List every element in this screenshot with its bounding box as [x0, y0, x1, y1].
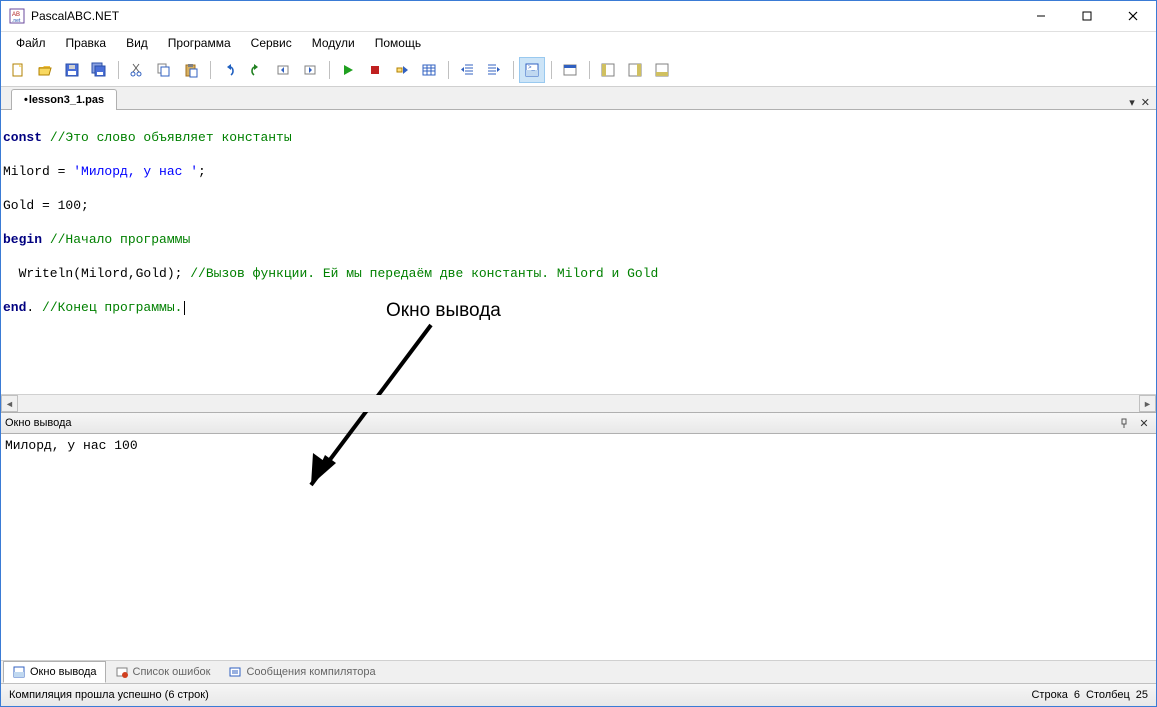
- output-panel[interactable]: Милорд, у нас 100: [1, 434, 1156, 660]
- outdent-button[interactable]: [454, 57, 480, 83]
- panel-1-button[interactable]: [595, 57, 621, 83]
- text-cursor: [184, 301, 185, 315]
- output-panel-header: Окно вывода ✕: [1, 412, 1156, 434]
- bottom-tabs: Окно вывода Список ошибок Сообщения комп…: [1, 660, 1156, 683]
- stop-button[interactable]: [362, 57, 388, 83]
- status-message: Компиляция прошла успешно (6 строк): [9, 689, 1031, 701]
- close-button[interactable]: [1110, 1, 1156, 31]
- tab-errors[interactable]: Список ошибок: [106, 661, 220, 683]
- menu-service[interactable]: Сервис: [242, 33, 301, 53]
- file-tab[interactable]: •lesson3_1.pas: [11, 89, 117, 110]
- toolbar-sep: [207, 58, 213, 82]
- menu-file[interactable]: Файл: [7, 33, 55, 53]
- titlebar: AB.net PascalABC.NET: [1, 1, 1156, 32]
- panel-3-button[interactable]: [649, 57, 675, 83]
- paste-button[interactable]: [178, 57, 204, 83]
- redo-button[interactable]: [243, 57, 269, 83]
- indent-button[interactable]: [481, 57, 507, 83]
- status-line-label: Строка: [1031, 689, 1067, 701]
- toolbar-sep: [548, 58, 554, 82]
- toolbar-sep: [326, 58, 332, 82]
- svg-text:.net: .net: [12, 18, 21, 24]
- statusbar: Компиляция прошла успешно (6 строк) Стро…: [1, 683, 1156, 706]
- copy-button[interactable]: [151, 57, 177, 83]
- editor-hscrollbar[interactable]: ◄ ►: [1, 394, 1156, 412]
- scroll-left-icon[interactable]: ◄: [1, 395, 18, 412]
- panel-2-button[interactable]: [622, 57, 648, 83]
- save-button[interactable]: [59, 57, 85, 83]
- new-file-button[interactable]: [5, 57, 31, 83]
- dirty-indicator: •: [24, 94, 28, 106]
- save-all-button[interactable]: [86, 57, 112, 83]
- scroll-right-icon[interactable]: ►: [1139, 395, 1156, 412]
- status-col-label: Столбец: [1086, 689, 1130, 701]
- window-title: PascalABC.NET: [31, 9, 1018, 23]
- maximize-button[interactable]: [1064, 1, 1110, 31]
- toggle-output-button[interactable]: >_: [519, 57, 545, 83]
- nav-back-button[interactable]: [270, 57, 296, 83]
- errors-tab-icon: [115, 665, 129, 679]
- toolbar: >_: [1, 54, 1156, 87]
- toolbar-sep: [510, 58, 516, 82]
- output-text: Милорд, у нас 100: [5, 438, 138, 453]
- step-button[interactable]: [389, 57, 415, 83]
- open-file-button[interactable]: [32, 57, 58, 83]
- pin-icon[interactable]: [1116, 415, 1132, 431]
- form-designer-button[interactable]: [557, 57, 583, 83]
- run-button[interactable]: [335, 57, 361, 83]
- status-col-value: 25: [1136, 689, 1148, 701]
- panel-close-icon[interactable]: ✕: [1136, 415, 1152, 431]
- document-tabs: •lesson3_1.pas ▾ ✕: [1, 87, 1156, 110]
- tab-compiler-messages[interactable]: Сообщения компилятора: [219, 661, 384, 683]
- compile-button[interactable]: [416, 57, 442, 83]
- undo-button[interactable]: [216, 57, 242, 83]
- menu-edit[interactable]: Правка: [57, 33, 116, 53]
- status-line-value: 6: [1074, 689, 1080, 701]
- app-icon: AB.net: [9, 8, 25, 24]
- nav-forward-button[interactable]: [297, 57, 323, 83]
- cut-button[interactable]: [124, 57, 150, 83]
- svg-text:>_: >_: [528, 65, 536, 71]
- menu-program[interactable]: Программа: [159, 33, 240, 53]
- tab-filename: lesson3_1.pas: [29, 94, 104, 106]
- messages-tab-icon: [228, 665, 242, 679]
- minimize-button[interactable]: [1018, 1, 1064, 31]
- toolbar-sep: [586, 58, 592, 82]
- menu-view[interactable]: Вид: [117, 33, 157, 53]
- tab-output[interactable]: Окно вывода: [3, 661, 106, 683]
- menu-modules[interactable]: Модули: [303, 33, 364, 53]
- editor-area: const //Это слово объявляет константы Mi…: [1, 110, 1156, 412]
- menubar: Файл Правка Вид Программа Сервис Модули …: [1, 32, 1156, 54]
- tabs-dropdown[interactable]: ▾: [1129, 96, 1135, 109]
- scroll-track[interactable]: [18, 395, 1139, 412]
- output-tab-icon: [12, 665, 26, 679]
- output-panel-title: Окно вывода: [5, 417, 1112, 429]
- code-editor[interactable]: const //Это слово объявляет константы Mi…: [1, 110, 1156, 394]
- menu-help[interactable]: Помощь: [366, 33, 430, 53]
- toolbar-sep: [445, 58, 451, 82]
- toolbar-sep: [115, 58, 121, 82]
- tabs-close[interactable]: ✕: [1141, 96, 1150, 109]
- main-window: AB.net PascalABC.NET Файл Правка Вид Про…: [0, 0, 1157, 707]
